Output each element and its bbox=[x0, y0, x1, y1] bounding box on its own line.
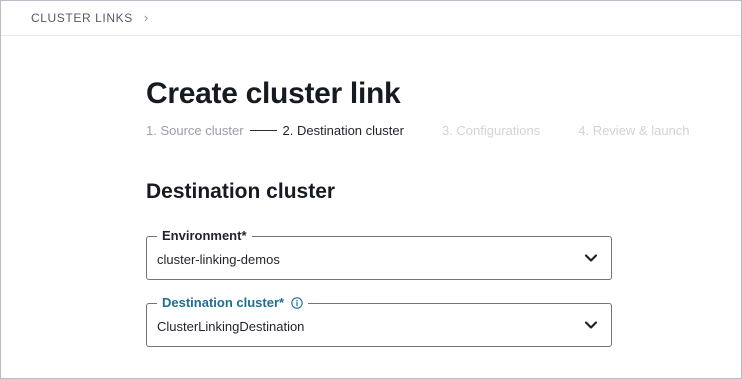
environment-label: Environment* bbox=[157, 228, 252, 244]
page-title: Create cluster link bbox=[146, 77, 401, 110]
breadcrumb-cluster-links[interactable]: CLUSTER LINKS bbox=[31, 11, 133, 25]
chevron-down-icon[interactable] bbox=[584, 253, 598, 263]
breadcrumb-separator-icon: › bbox=[143, 10, 149, 25]
info-icon[interactable] bbox=[291, 297, 303, 309]
destination-cluster-label: Destination cluster* bbox=[157, 295, 309, 311]
chevron-down-icon[interactable] bbox=[584, 320, 598, 330]
destination-cluster-select[interactable]: Destination cluster* ClusterLinkingDesti… bbox=[146, 295, 612, 347]
breadcrumb: CLUSTER LINKS › bbox=[31, 10, 149, 25]
environment-select[interactable]: Environment* cluster-linking-demos bbox=[146, 228, 612, 280]
step-source-cluster[interactable]: 1. Source cluster bbox=[146, 123, 244, 138]
section-title: Destination cluster bbox=[146, 180, 336, 203]
step-review-launch: 4. Review & launch bbox=[578, 123, 690, 138]
wizard-steps: 1. Source cluster 2. Destination cluster… bbox=[146, 123, 690, 138]
header-divider bbox=[1, 35, 741, 36]
destination-cluster-value: ClusterLinkingDestination bbox=[157, 319, 305, 334]
step-destination-cluster: 2. Destination cluster bbox=[282, 123, 404, 138]
destination-cluster-label-text: Destination cluster* bbox=[162, 295, 285, 310]
step-configurations: 3. Configurations bbox=[441, 123, 541, 138]
environment-label-text: Environment* bbox=[162, 228, 247, 243]
step-connector bbox=[249, 130, 277, 131]
environment-value: cluster-linking-demos bbox=[157, 252, 280, 267]
app-frame: CLUSTER LINKS › Create cluster link 1. S… bbox=[0, 0, 742, 379]
